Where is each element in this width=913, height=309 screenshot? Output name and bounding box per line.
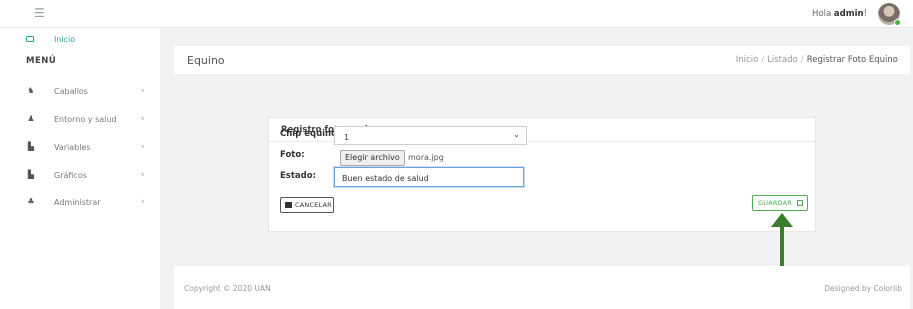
user-icon: ♟: [27, 114, 35, 123]
document-icon: ▙: [27, 142, 35, 151]
sidebar-item-inicio[interactable]: Inicio: [0, 33, 160, 49]
footer: Copyright © 2020 UAN Designed by Colorli…: [174, 266, 910, 309]
sidebar-item-entorno-y-salud[interactable]: ♟ Entorno y salud ›: [0, 113, 160, 129]
horse-icon: ♞: [27, 86, 35, 95]
sidebar-item-graficos[interactable]: ▙ Gráficos ›: [0, 169, 160, 185]
sidebar-item-label: Gráficos: [54, 171, 87, 180]
chevron-right-icon: ›: [141, 197, 145, 207]
monitor-icon: [26, 36, 34, 42]
sidebar-item-label: Inicio: [54, 35, 76, 44]
breadcrumb: Inicio / Listado / Registrar Foto Equino: [735, 55, 898, 65]
copyright-text: Copyright © 2020 UAN: [184, 284, 271, 293]
choose-file-button[interactable]: Elegir archivo: [340, 150, 405, 166]
sidebar-item-label: Caballos: [54, 87, 88, 96]
sidebar-item-administrar[interactable]: ♣ Administrar ›: [0, 196, 160, 212]
sidebar-item-label: Variables: [54, 143, 91, 152]
chevron-down-icon: ⌄: [513, 130, 520, 139]
breadcrumb-inicio[interactable]: Inicio: [736, 55, 759, 65]
floppy-disk-icon: [797, 200, 803, 206]
close-square-icon: [285, 202, 292, 208]
chevron-right-icon: ›: [141, 114, 145, 124]
online-status-dot: [894, 19, 901, 26]
document-icon: ▙: [27, 170, 35, 179]
user-greeting: Hola admin!: [812, 9, 867, 19]
state-input[interactable]: Buen estado de salud: [334, 167, 524, 187]
photo-label: Foto:: [280, 150, 305, 160]
top-bar: ☰ Hola admin!: [0, 0, 913, 28]
username: admin: [833, 9, 864, 19]
chip-select[interactable]: 1 ⌄: [334, 126, 527, 145]
save-button-label: GUARDAR: [758, 199, 793, 207]
state-input-value: Buen estado de salud: [342, 174, 429, 183]
annotation-arrow-icon: [771, 213, 793, 270]
sidebar-item-variables[interactable]: ▙ Variables ›: [0, 141, 160, 157]
credit-link[interactable]: Designed by Colorlib: [824, 284, 902, 293]
page-header: Equino Inicio / Listado / Registrar Foto Equ…: [174, 46, 910, 74]
menu-title: MENÚ: [26, 56, 57, 66]
chevron-right-icon: ›: [141, 142, 145, 152]
breadcrumb-listado[interactable]: Listado: [767, 55, 798, 65]
avatar[interactable]: [878, 3, 901, 26]
save-button[interactable]: GUARDAR: [752, 195, 808, 211]
chip-label: Chip equino:: [280, 129, 341, 139]
cancel-button-label: CANCELAR: [295, 201, 332, 209]
hamburger-menu-icon[interactable]: ☰: [34, 6, 45, 20]
sidebar-item-label: Administrar: [54, 198, 101, 207]
breadcrumb-current: Registrar Foto Equino: [806, 55, 898, 65]
cancel-button[interactable]: CANCELAR: [280, 197, 334, 213]
users-icon: ♣: [27, 197, 35, 206]
sidebar-item-caballos[interactable]: ♞ Caballos ›: [0, 85, 160, 101]
state-label: Estado:: [280, 171, 316, 181]
chevron-right-icon: ›: [141, 170, 145, 180]
page-title: Equino: [187, 54, 225, 67]
sidebar-item-label: Entorno y salud: [54, 115, 117, 124]
chip-select-value: 1: [344, 133, 350, 142]
file-name: mora.jpg: [408, 153, 444, 162]
chevron-right-icon: ›: [141, 86, 145, 96]
sidebar: Inicio MENÚ ♞ Caballos › ♟ Entorno y sal…: [0, 28, 160, 309]
